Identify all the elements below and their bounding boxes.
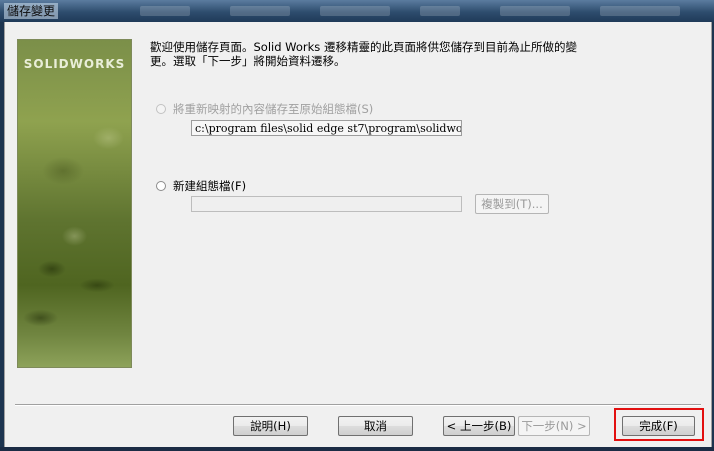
next-button[interactable]: 下一步(N) > bbox=[518, 416, 590, 436]
save-original-radio[interactable] bbox=[156, 104, 166, 114]
solidworks-logo: SOLIDWORKS bbox=[23, 57, 126, 71]
background-window-text bbox=[420, 6, 460, 16]
intro-line-1: 歡迎使用儲存頁面。Solid Works 遷移精靈的此頁面將供您儲存到目前為止所… bbox=[150, 40, 577, 54]
cancel-button[interactable]: 取消 bbox=[338, 416, 413, 436]
help-button[interactable]: 說明(H) bbox=[233, 416, 308, 436]
window-title: 儲存變更 bbox=[4, 3, 59, 19]
original-config-path: c:\program files\solid edge st7\program\… bbox=[191, 120, 462, 136]
new-config-radio[interactable] bbox=[156, 181, 166, 191]
intro-text: 歡迎使用儲存頁面。Solid Works 遷移精靈的此頁面將供您儲存到目前為止所… bbox=[150, 40, 600, 68]
finish-highlight-box bbox=[614, 408, 704, 441]
background-window-text bbox=[600, 6, 680, 16]
solidworks-banner: SOLIDWORKS bbox=[17, 39, 132, 368]
new-config-label: 新建組態檔(F) bbox=[173, 179, 247, 193]
background-window-text bbox=[320, 6, 390, 16]
save-original-label: 將重新映射的內容儲存至原始組態檔(S) bbox=[173, 102, 374, 116]
save-original-option[interactable]: 將重新映射的內容儲存至原始組態檔(S) bbox=[156, 101, 373, 117]
button-separator bbox=[15, 404, 701, 406]
background-window-text bbox=[140, 6, 190, 16]
background-window-text bbox=[230, 6, 290, 16]
new-config-option[interactable]: 新建組態檔(F) bbox=[156, 178, 246, 194]
back-button[interactable]: < 上一步(B) bbox=[443, 416, 515, 436]
window-titlebar: 儲存變更 bbox=[0, 0, 714, 22]
save-changes-dialog: SOLIDWORKS 歡迎使用儲存頁面。Solid Works 遷移精靈的此頁面… bbox=[4, 22, 712, 448]
copy-to-button[interactable]: 複製到(T)... bbox=[475, 194, 549, 214]
desktop-edge bbox=[0, 447, 714, 451]
intro-line-2: 更。選取「下一步」將開始資料遷移。 bbox=[150, 54, 346, 68]
background-window-text bbox=[500, 6, 570, 16]
new-config-path-input[interactable] bbox=[191, 196, 462, 212]
